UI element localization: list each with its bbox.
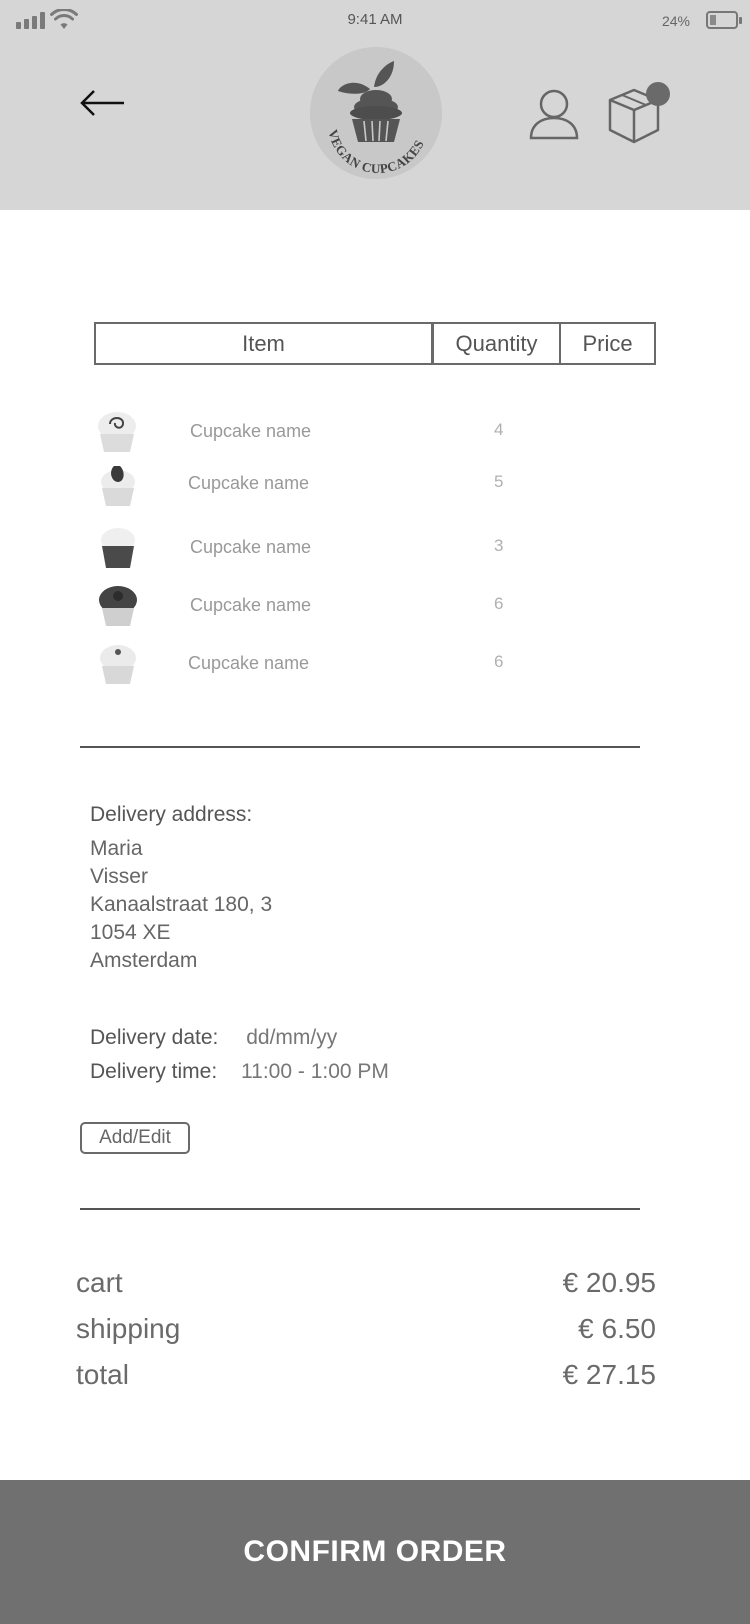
cupcake-name: Cupcake name [188,473,310,493]
cupcake-image [101,528,135,568]
summary-total-row: total € 27.15 [76,1359,656,1399]
column-header-price: Price [582,330,633,356]
cupcake-name: Cupcake name [190,595,312,615]
battery-percent: 24% [661,13,690,29]
table-row[interactable]: Cupcake name 5 [94,460,654,510]
column-header-item: Item [96,324,434,363]
back-arrow-icon[interactable] [80,88,126,118]
cupcake-image [99,586,137,626]
cart-value: € 20.95 [562,1267,656,1298]
cupcake-image [101,466,135,506]
summary-cart-row: cart € 20.95 [76,1267,656,1307]
user-icon[interactable] [528,88,580,140]
section-divider [80,1208,640,1210]
cupcake-name: Cupcake name [188,653,310,673]
cart-badge [646,82,670,106]
shipping-label: shipping [76,1313,181,1344]
order-table-header: Item Quantity Price [94,322,656,365]
cupcake-name: Cupcake name [190,537,312,557]
battery-icon [706,11,742,29]
summary-shipping-row: shipping € 6.50 [76,1313,656,1353]
add-edit-button[interactable]: Add/Edit [80,1122,190,1154]
delivery-time-row: Delivery time: 11:00 - 1:00 PM [90,1060,389,1084]
app-header: 9:41 AM 24% VEGAN CUPCAKES [0,0,750,210]
cupcake-quantity: 5 [494,472,504,491]
delivery-date-row: Delivery date: dd/mm/yy [90,1026,337,1050]
total-value: € 27.15 [562,1359,656,1390]
cart-label: cart [76,1267,123,1298]
box-cart-icon[interactable] [606,82,674,144]
address-first-name: Maria [90,837,143,860]
vegan-cupcakes-logo[interactable]: VEGAN CUPCAKES [310,47,442,179]
address-last-name: Visser [90,865,148,888]
confirm-order-button[interactable]: CONFIRM ORDER [0,1480,750,1624]
column-header-quantity: Quantity [434,324,561,363]
delivery-date-label: Delivery date: [90,1026,219,1049]
delivery-time-value: 11:00 - 1:00 PM [241,1060,389,1083]
total-label: total [76,1359,129,1390]
address-street: Kanaalstraat 180, 3 [90,893,273,916]
cupcake-quantity: 6 [494,652,504,671]
delivery-time-label: Delivery time: [90,1060,218,1083]
table-row[interactable]: Cupcake name 4 [94,408,654,458]
table-row[interactable]: Cupcake name 6 [94,640,654,690]
cupcake-name: Cupcake name [190,421,312,441]
cupcake-image [100,645,136,684]
status-bar: 9:41 AM 24% [0,0,750,40]
address-postcode: 1054 XE [90,921,171,944]
cupcake-quantity: 3 [494,536,504,555]
delivery-address-label: Delivery address: [90,803,253,826]
table-row[interactable]: Cupcake name 6 [94,582,654,632]
cupcake-quantity: 4 [494,420,504,439]
shipping-value: € 6.50 [578,1313,656,1344]
status-time: 9:41 AM [347,11,403,28]
delivery-address-block: Delivery address: Maria Visser Kanaalstr… [90,803,272,975]
section-divider [80,746,640,748]
cupcake-quantity: 6 [494,594,504,613]
delivery-date-value: dd/mm/yy [246,1026,338,1049]
address-city: Amsterdam [90,949,198,972]
table-row[interactable]: Cupcake name 3 [94,524,654,574]
cupcake-image [98,412,136,452]
